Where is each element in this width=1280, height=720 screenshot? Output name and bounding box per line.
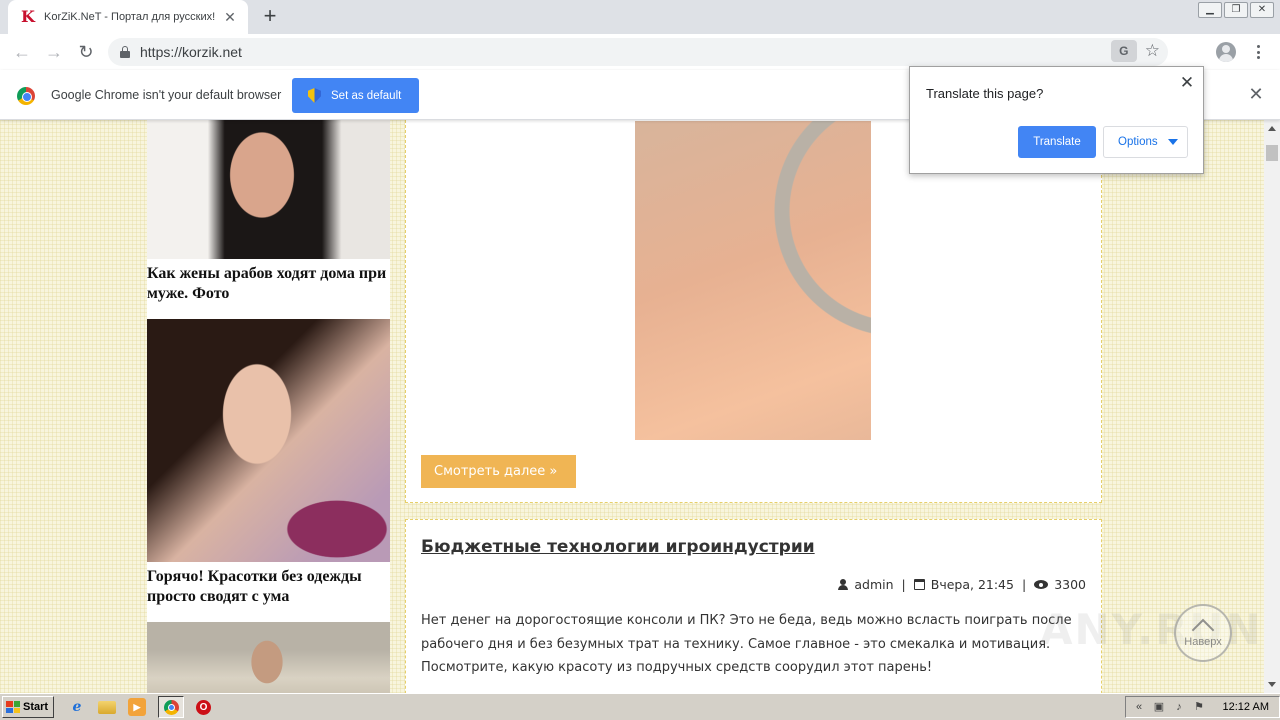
chrome-logo-icon bbox=[17, 87, 35, 105]
site-favicon-icon: K bbox=[21, 7, 35, 26]
set-as-default-label: Set as default bbox=[331, 89, 402, 102]
start-label: Start bbox=[23, 701, 49, 713]
chrome-icon bbox=[163, 699, 179, 715]
browser-tab[interactable]: K KorZiK.NeT - Портал для русских! ✕ bbox=[8, 0, 248, 34]
user-icon bbox=[838, 579, 849, 590]
calendar-icon bbox=[913, 579, 925, 590]
lock-icon[interactable] bbox=[120, 46, 130, 58]
chrome-menu-icon[interactable] bbox=[1250, 44, 1266, 60]
reload-button[interactable]: ↻ bbox=[70, 36, 102, 68]
tray-expand-icon[interactable]: « bbox=[1132, 700, 1146, 714]
minimize-button[interactable]: ▁ bbox=[1198, 2, 1222, 18]
post-excerpt: Нет денег на дорогостоящие консоли и ПК?… bbox=[421, 613, 1072, 675]
scroll-down-icon[interactable] bbox=[1268, 682, 1276, 687]
post-views: 3300 bbox=[1054, 577, 1086, 592]
opera-icon[interactable]: O bbox=[196, 699, 211, 715]
profile-avatar-icon[interactable] bbox=[1216, 42, 1236, 62]
post-image[interactable] bbox=[635, 121, 871, 440]
post-meta: admin | Вчера, 21:45 | 3300 bbox=[838, 577, 1086, 592]
sidebar-thumbnail-2[interactable] bbox=[147, 319, 390, 562]
windows-taskbar: Start e ▶ O « ▣ ♪ ⚑ 12:12 AM bbox=[0, 693, 1280, 720]
tab-title: KorZiK.NeT - Портал для русских! bbox=[44, 11, 216, 23]
post-card-2: Бюджетные технологии игроиндустрии admin… bbox=[405, 519, 1102, 693]
system-tray: « ▣ ♪ ⚑ 12:12 AM bbox=[1125, 696, 1280, 718]
chrome-taskbar-button[interactable] bbox=[158, 696, 184, 718]
translate-prompt: Translate this page? bbox=[926, 86, 1044, 101]
uac-shield-icon bbox=[308, 88, 321, 103]
eye-icon bbox=[1034, 580, 1049, 589]
sidebar-link-2[interactable]: Горячо! Красотки без одежды просто сводя… bbox=[147, 567, 390, 607]
browser-toolbar: ← → ↻ https://korzik.net G ☆ bbox=[0, 34, 1280, 70]
tab-close-icon[interactable]: ✕ bbox=[222, 9, 238, 25]
set-as-default-button[interactable]: Set as default bbox=[292, 78, 419, 113]
windows-logo-icon bbox=[6, 701, 20, 713]
media-player-icon[interactable]: ▶ bbox=[128, 698, 146, 716]
folder-icon[interactable] bbox=[98, 700, 116, 714]
bookmark-star-icon[interactable]: ☆ bbox=[1145, 40, 1160, 62]
translate-options-button[interactable]: Options bbox=[1103, 126, 1188, 158]
infobar-message: Google Chrome isn't your default browser bbox=[51, 88, 282, 102]
page-viewport: Как жены арабов ходят дома при муже. Фот… bbox=[0, 120, 1264, 693]
sidebar-thumbnail-1[interactable] bbox=[147, 120, 390, 259]
translate-button[interactable]: Translate bbox=[1018, 126, 1096, 158]
translate-bubble: Translate this page? ✕ Translate Options bbox=[909, 66, 1204, 174]
post-date: Вчера, 21:45 bbox=[930, 577, 1014, 592]
internet-explorer-icon[interactable]: e bbox=[68, 698, 86, 716]
read-more-button[interactable]: Смотреть далее » bbox=[421, 455, 576, 488]
network-icon[interactable]: ▣ bbox=[1152, 700, 1166, 714]
post-title[interactable]: Бюджетные технологии игроиндустрии bbox=[421, 537, 815, 557]
volume-icon[interactable]: ♪ bbox=[1172, 700, 1186, 714]
flag-icon[interactable]: ⚑ bbox=[1192, 700, 1206, 714]
scroll-up-icon[interactable] bbox=[1268, 126, 1276, 131]
quick-launch: e ▶ O bbox=[68, 696, 211, 718]
close-window-button[interactable]: ✕ bbox=[1250, 2, 1274, 18]
scroll-to-top-button[interactable]: Наверх bbox=[1174, 604, 1232, 662]
address-bar[interactable]: https://korzik.net G ☆ bbox=[108, 38, 1168, 66]
post-card-1: Смотреть далее » bbox=[405, 120, 1102, 503]
url-text[interactable]: https://korzik.net bbox=[140, 44, 242, 60]
infobar-close-icon[interactable]: ✕ bbox=[1248, 85, 1264, 103]
translate-close-icon[interactable]: ✕ bbox=[1179, 74, 1195, 91]
meta-separator: | bbox=[901, 577, 906, 592]
sidebar-thumbnail-3[interactable] bbox=[147, 622, 390, 693]
tab-strip: K KorZiK.NeT - Портал для русских! ✕ + ▁… bbox=[0, 0, 1280, 34]
forward-button[interactable]: → bbox=[38, 36, 70, 68]
post-author[interactable]: admin bbox=[854, 577, 893, 592]
new-tab-button[interactable]: + bbox=[258, 5, 282, 28]
clock[interactable]: 12:12 AM bbox=[1223, 701, 1269, 713]
start-button[interactable]: Start bbox=[2, 696, 54, 718]
back-button[interactable]: ← bbox=[6, 36, 38, 68]
sidebar: Как жены арабов ходят дома при муже. Фот… bbox=[147, 120, 390, 693]
meta-separator: | bbox=[1021, 577, 1027, 592]
caret-down-icon bbox=[1167, 139, 1178, 145]
scrollbar-thumb[interactable] bbox=[1266, 145, 1278, 161]
translate-icon[interactable]: G bbox=[1110, 40, 1137, 62]
translate-options-label: Options bbox=[1118, 136, 1158, 148]
window-controls: ▁ ❐ ✕ bbox=[1198, 0, 1274, 18]
page-scrollbar[interactable] bbox=[1264, 120, 1280, 693]
restore-button[interactable]: ❐ bbox=[1224, 2, 1248, 18]
sidebar-link-1[interactable]: Как жены арабов ходят дома при муже. Фот… bbox=[147, 264, 390, 304]
